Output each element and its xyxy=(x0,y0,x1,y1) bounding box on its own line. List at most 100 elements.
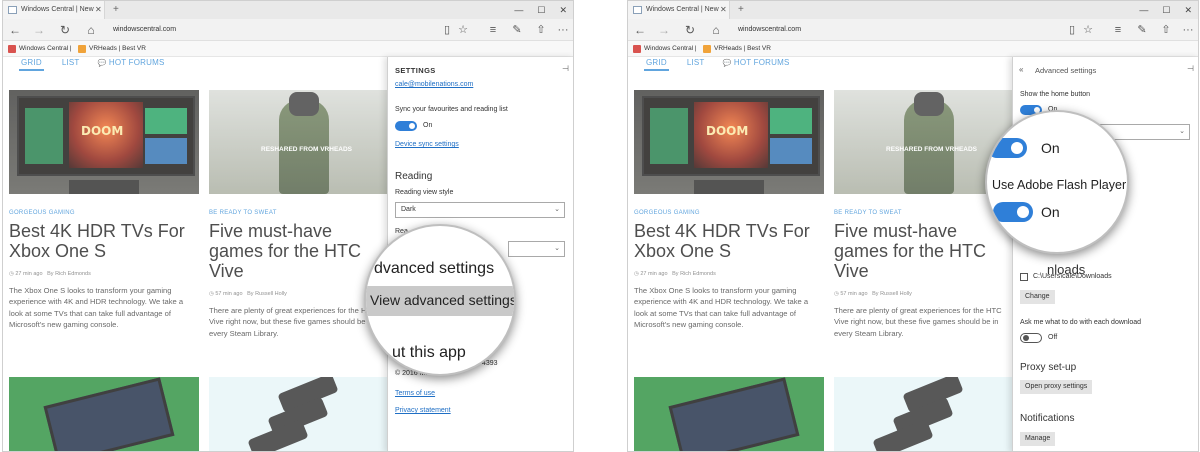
close-window-icon[interactable]: ✕ xyxy=(1184,1,1192,19)
tab-hot-forums[interactable]: 💬 HOT FORUMS xyxy=(98,57,165,71)
pin-icon[interactable]: ⊣ xyxy=(562,64,569,73)
flash-player-toggle[interactable] xyxy=(993,202,1033,222)
article-category[interactable]: BE READY TO SWEAT xyxy=(209,210,277,216)
close-tab-icon[interactable]: ✕ xyxy=(720,1,727,19)
refresh-icon[interactable]: ↻ xyxy=(57,22,73,38)
minimize-icon[interactable]: — xyxy=(514,1,523,19)
share-icon[interactable]: ⇧ xyxy=(533,22,549,38)
article-author: By Rich Edmonds xyxy=(672,271,716,277)
tab-favicon-icon xyxy=(633,6,642,14)
article-thumbnail-usb[interactable] xyxy=(834,377,1024,451)
article-thumbnail-phone[interactable] xyxy=(9,377,199,451)
tab-hot-forums[interactable]: 💬 HOT FORUMS xyxy=(723,57,790,71)
article-author: By Russell Holly xyxy=(872,291,912,297)
article-category[interactable]: GORGEOUS GAMING xyxy=(9,210,75,216)
home-icon[interactable]: ⌂ xyxy=(708,22,724,38)
favourite-vrheads[interactable]: VRHeads | Best VR xyxy=(77,41,146,57)
favourite-star-icon[interactable]: ☆ xyxy=(455,22,471,38)
browser-tab[interactable]: Windows Central | New xyxy=(628,1,730,19)
article-thumbnail-usb[interactable] xyxy=(209,377,399,451)
url-field[interactable]: windowscentral.com xyxy=(738,23,801,37)
proxy-header: Proxy set-up xyxy=(1020,362,1077,373)
article-excerpt: There are plenty of great experiences fo… xyxy=(209,306,377,338)
article-headline[interactable]: Best 4K HDR TVs For Xbox One S xyxy=(634,221,819,261)
article-thumbnail-tv[interactable]: DOOM xyxy=(9,90,199,194)
favourite-star-icon[interactable]: ☆ xyxy=(1080,22,1096,38)
tab-title: Windows Central | New xyxy=(646,6,719,13)
privacy-link[interactable]: Privacy statement xyxy=(395,407,451,414)
maximize-icon[interactable]: ☐ xyxy=(1162,1,1170,19)
article-headline[interactable]: Five must-have games for the HTC Vive xyxy=(834,221,1004,281)
home-button-toggle-zoomed[interactable] xyxy=(987,138,1027,158)
tab-grid[interactable]: GRID xyxy=(644,57,669,71)
article-author: By Rich Edmonds xyxy=(47,271,91,277)
browser-tab[interactable]: Windows Central | New xyxy=(3,1,105,19)
refresh-icon[interactable]: ↻ xyxy=(682,22,698,38)
minimize-icon[interactable]: — xyxy=(1139,1,1148,19)
more-icon[interactable]: ··· xyxy=(555,22,571,38)
reading-view-icon[interactable]: ▯ xyxy=(439,22,455,38)
article-thumbnail-vr[interactable]: RESHARED FROM VRHEADS xyxy=(209,90,399,194)
article-thumbnail-tv[interactable]: DOOM xyxy=(634,90,824,194)
downloads-checkbox[interactable] xyxy=(1020,273,1028,281)
article-meta: ◷ 57 min ago By Russell Holly xyxy=(834,291,912,297)
hub-icon[interactable]: ≡ xyxy=(485,22,501,38)
hub-icon[interactable]: ≡ xyxy=(1110,22,1126,38)
maximize-icon[interactable]: ☐ xyxy=(537,1,545,19)
web-note-icon[interactable]: ✎ xyxy=(509,22,525,38)
notifications-header: Notifications xyxy=(1020,413,1075,424)
favourites-bar: Windows Central | VRHeads | Best VR xyxy=(628,41,1198,57)
article-category[interactable]: GORGEOUS GAMING xyxy=(634,210,700,216)
tab-list[interactable]: LIST xyxy=(687,57,705,71)
reading-style-label: Reading view style xyxy=(395,189,454,196)
window-controls: — ☐ ✕ xyxy=(1139,1,1192,19)
back-icon[interactable]: ← xyxy=(632,22,648,38)
open-proxy-settings-button[interactable]: Open proxy settings xyxy=(1020,380,1093,394)
settings-title: SETTINGS xyxy=(395,66,436,75)
forward-icon[interactable]: → xyxy=(31,22,47,38)
share-icon[interactable]: ⇧ xyxy=(1158,22,1174,38)
back-icon[interactable]: ← xyxy=(7,22,23,38)
windows-central-favicon-icon xyxy=(633,45,641,53)
back-chevron-icon[interactable]: « xyxy=(1019,65,1023,74)
chat-bubble-icon: 💬 xyxy=(722,60,732,67)
account-email-link[interactable]: cale@mobilenations.com xyxy=(395,81,473,88)
tab-list[interactable]: LIST xyxy=(62,57,80,71)
advanced-settings-title: Advanced settings xyxy=(1035,66,1097,75)
tab-grid[interactable]: GRID xyxy=(19,57,44,71)
sync-toggle[interactable] xyxy=(395,121,417,131)
close-window-icon[interactable]: ✕ xyxy=(559,1,567,19)
page-view-tabs: GRID LIST 💬 HOT FORUMS xyxy=(644,57,790,71)
article-headline[interactable]: Five must-have games for the HTC Vive xyxy=(209,221,379,281)
article-headline[interactable]: Best 4K HDR TVs For Xbox One S xyxy=(9,221,194,261)
new-tab-icon[interactable]: + xyxy=(113,1,119,19)
article-thumbnail-phone[interactable] xyxy=(634,377,824,451)
tab-title: Windows Central | New xyxy=(21,6,94,13)
reshared-watermark: RESHARED FROM VRHEADS xyxy=(261,146,353,153)
reading-style-select[interactable]: Dark ⌄ xyxy=(395,202,565,218)
tab-hot-forums-label: HOT FORUMS xyxy=(733,58,790,67)
device-sync-link[interactable]: Device sync settings xyxy=(395,141,459,148)
more-icon[interactable]: ··· xyxy=(1180,22,1196,38)
reading-font-select[interactable]: ⌄ xyxy=(508,241,565,257)
close-tab-icon[interactable]: ✕ xyxy=(95,1,102,19)
ask-download-toggle[interactable] xyxy=(1020,333,1042,343)
sync-state: On xyxy=(423,122,433,129)
web-note-icon[interactable]: ✎ xyxy=(1134,22,1150,38)
home-icon[interactable]: ⌂ xyxy=(83,22,99,38)
new-tab-icon[interactable]: + xyxy=(738,1,744,19)
reading-view-icon[interactable]: ▯ xyxy=(1064,22,1080,38)
article-category[interactable]: BE READY TO SWEAT xyxy=(834,210,902,216)
url-field[interactable]: windowscentral.com xyxy=(113,23,176,37)
favourite-windows-central[interactable]: Windows Central | xyxy=(632,41,697,57)
terms-link[interactable]: Terms of use xyxy=(395,390,435,397)
favourite-vrheads[interactable]: VRHeads | Best VR xyxy=(702,41,771,57)
change-button[interactable]: Change xyxy=(1020,290,1055,304)
manage-button[interactable]: Manage xyxy=(1020,432,1056,446)
view-advanced-settings-button[interactable]: View advanced settings xyxy=(370,292,514,308)
favourite-windows-central[interactable]: Windows Central | xyxy=(7,41,72,57)
forward-icon[interactable]: → xyxy=(656,22,672,38)
article-time: 27 min ago xyxy=(15,271,43,277)
pin-icon[interactable]: ⊣ xyxy=(1187,64,1194,73)
chevron-down-icon: ⌄ xyxy=(1179,128,1185,135)
